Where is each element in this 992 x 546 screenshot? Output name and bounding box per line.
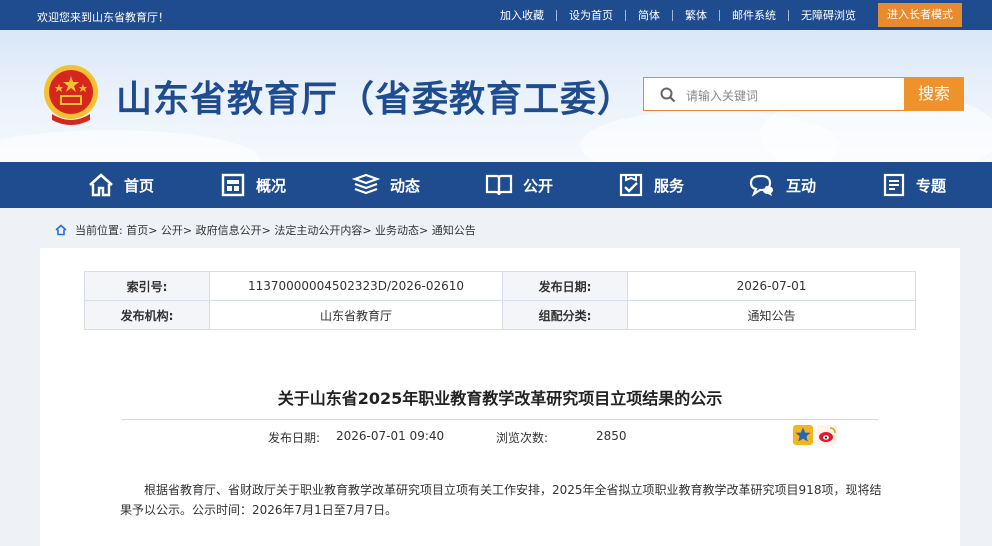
topic-icon [883, 173, 905, 197]
nav-item-news[interactable]: 动态 [352, 162, 420, 208]
main-nav: 首页 概况 动态 公开 服务 互动 专题 [0, 162, 992, 208]
set-homepage-link[interactable]: 设为首页 [556, 9, 625, 21]
metadata-table: 索引号: 11370000004502323D/2026-02610 发布日期:… [84, 271, 916, 330]
weibo-share-icon[interactable] [817, 425, 837, 445]
news-icon [352, 173, 380, 195]
publish-value: 2026-07-01 09:40 [336, 429, 445, 443]
nav-label: 服务 [654, 176, 685, 195]
accessibility-link[interactable]: 无障碍浏览 [788, 9, 868, 21]
nav-label: 互动 [786, 176, 817, 195]
nav-item-home[interactable]: 首页 [88, 162, 154, 208]
index-label: 索引号: [84, 271, 210, 301]
nav-item-topic[interactable]: 专题 [882, 162, 946, 208]
table-row: 索引号: 11370000004502323D/2026-02610 发布日期:… [84, 271, 916, 301]
cloud-decoration [0, 130, 260, 162]
table-row: 发布机构: 山东省教育厅 组配分类: 通知公告 [84, 300, 916, 330]
category-label: 组配分类: [502, 300, 628, 330]
article-panel: 索引号: 11370000004502323D/2026-02610 发布日期:… [40, 248, 960, 546]
nav-label: 概况 [256, 176, 287, 195]
article-title: 关于山东省2025年职业教育教学改革研究项目立项结果的公示 [277, 389, 723, 408]
site-header: 山东省教育厅（省委教育工委） 请输入关键词 搜索 [0, 30, 992, 162]
top-bar: 欢迎您来到山东省教育厅！ 加入收藏 设为首页 简体 繁体 邮件系统 无障碍浏览 … [0, 0, 992, 30]
search-placeholder: 请输入关键词 [686, 89, 759, 103]
breadcrumb-text[interactable]: 当前位置: 首页> 公开> 政府信息公开> 法定主动公开内容> 业务动态> 通知… [75, 222, 476, 238]
top-links: 加入收藏 设为首页 简体 繁体 邮件系统 无障碍浏览 进入长者模式 [488, 0, 962, 30]
site-title[interactable]: 山东省教育厅（省委教育工委） [116, 70, 634, 122]
search-button[interactable]: 搜索 [904, 77, 964, 111]
date-value: 2026-07-01 [627, 271, 916, 301]
book-icon [485, 174, 513, 196]
breadcrumb: 当前位置: 首页> 公开> 政府信息公开> 法定主动公开内容> 业务动态> 通知… [55, 222, 476, 238]
nav-item-overview[interactable]: 概况 [220, 162, 286, 208]
add-favorite-link[interactable]: 加入收藏 [488, 10, 556, 21]
nav-item-interact[interactable]: 互动 [748, 162, 816, 208]
org-label: 发布机构: [84, 300, 210, 330]
qzone-share-icon[interactable] [793, 425, 813, 445]
title-divider [122, 419, 878, 420]
home-icon [89, 173, 113, 197]
category-value: 通知公告 [627, 300, 916, 330]
nav-item-service[interactable]: 服务 [618, 162, 684, 208]
org-value: 山东省教育厅 [209, 300, 503, 330]
nav-item-public[interactable]: 公开 [485, 162, 553, 208]
elder-mode-button[interactable]: 进入长者模式 [878, 3, 962, 27]
location-home-icon [55, 224, 67, 236]
article-body: 根据省教育厅、省财政厅关于职业教育教学改革研究项目立项有关工作安排，2025年全… [120, 483, 882, 517]
search-icon [660, 87, 676, 103]
search-bar: 请输入关键词 搜索 [643, 77, 964, 111]
traditional-link[interactable]: 繁体 [672, 9, 719, 21]
overview-icon [221, 173, 245, 197]
chat-icon [749, 174, 773, 197]
welcome-text: 欢迎您来到山东省教育厅！ [37, 11, 169, 24]
mail-system-link[interactable]: 邮件系统 [719, 9, 788, 21]
date-label: 发布日期: [502, 271, 628, 301]
nav-label: 动态 [390, 176, 421, 195]
national-emblem-icon[interactable] [38, 62, 104, 128]
publish-label: 发布日期: [268, 431, 321, 445]
nav-label: 首页 [124, 176, 155, 195]
search-input[interactable]: 请输入关键词 [643, 77, 905, 111]
nav-label: 公开 [523, 176, 554, 195]
service-icon [619, 173, 643, 197]
views-value: 2850 [596, 429, 627, 443]
views-label: 浏览次数: [496, 431, 549, 445]
simplified-link[interactable]: 简体 [625, 9, 672, 21]
index-value: 11370000004502323D/2026-02610 [209, 271, 503, 301]
nav-label: 专题 [916, 176, 947, 195]
